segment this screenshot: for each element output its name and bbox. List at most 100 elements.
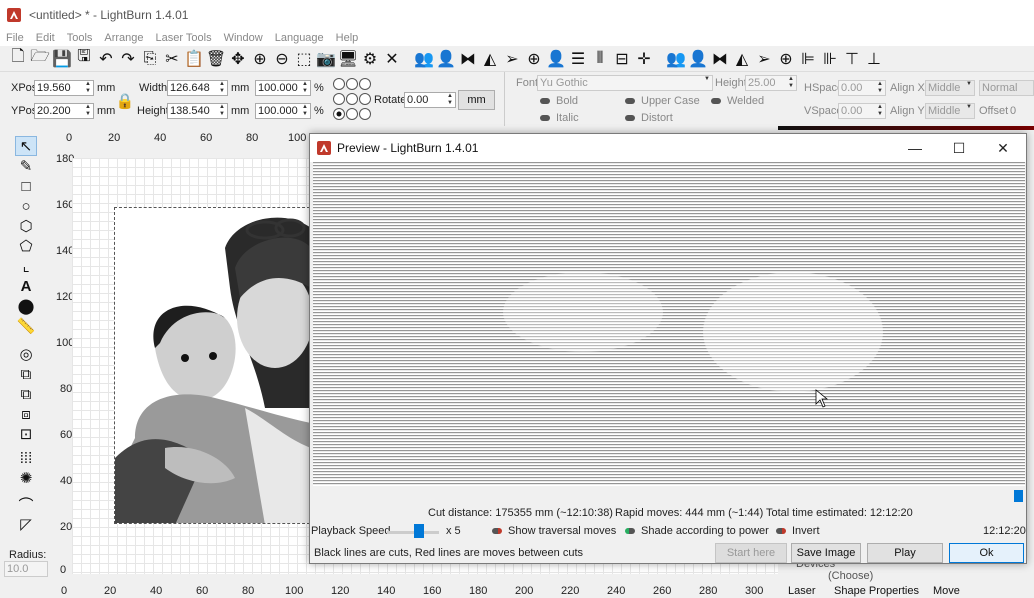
xpos-input[interactable]: 19.560 ▲ ▼ (34, 80, 94, 96)
font-select[interactable]: Yu Gothic ▼ (537, 75, 713, 91)
preview-render-canvas[interactable] (313, 162, 1025, 486)
open-file-icon[interactable]: 🗁 (30, 48, 50, 69)
save-image-button[interactable]: Save Image (791, 543, 861, 563)
circular-array-icon[interactable]: ✺ (15, 468, 37, 488)
boolean-subtract-icon[interactable]: ⧈ (15, 404, 37, 424)
show-traversal-toggle[interactable]: Show traversal moves (492, 525, 616, 537)
crop-corners-icon[interactable]: ⌞ (15, 256, 37, 276)
align-person-icon[interactable]: 👤 (546, 49, 566, 69)
zoom-out-icon[interactable]: ⊖ (272, 49, 292, 69)
text-tool-icon[interactable]: A (15, 276, 37, 296)
menu-window[interactable]: Window (218, 32, 269, 44)
ungroup-icon[interactable]: 👤 (436, 49, 456, 69)
spin-arrows-icon[interactable]: ▲ ▼ (300, 81, 310, 95)
zoom-frame-icon[interactable]: ⬚ (294, 49, 314, 69)
font-style-select[interactable]: Normal (979, 80, 1034, 96)
menu-arrange[interactable]: Arrange (98, 32, 149, 44)
engraving-photo[interactable] (114, 207, 310, 524)
send2-icon[interactable]: ➢ (754, 49, 774, 69)
distribute-h-icon[interactable]: ⊟ (612, 49, 632, 69)
distort-toggle[interactable]: Distort (625, 112, 673, 124)
camera-icon[interactable]: 📷 (316, 49, 336, 69)
settings-icon[interactable]: ⚙ (360, 49, 380, 69)
ok-button[interactable]: Ok (949, 543, 1024, 563)
shade-power-toggle[interactable]: Shade according to power (625, 525, 769, 537)
invert-toggle[interactable]: Invert (776, 525, 820, 537)
send-icon[interactable]: ➢ (502, 49, 522, 69)
measure-ruler-icon[interactable]: 📏 (15, 316, 37, 336)
cut-icon[interactable]: ✂ (162, 49, 182, 69)
device-select[interactable]: (Choose) (828, 570, 873, 582)
playback-speed-handle[interactable] (414, 524, 424, 538)
anchor-radios-icon[interactable] (333, 77, 373, 123)
new-file-icon[interactable]: 🗋 (8, 48, 28, 69)
tab-laser[interactable]: Laser (788, 585, 816, 597)
upper-case-toggle[interactable]: Upper Case (625, 95, 700, 107)
align-middle-icon[interactable]: ⊥ (864, 49, 884, 69)
spin-arrows-icon[interactable]: ▲ ▼ (875, 104, 885, 118)
align-top-icon[interactable]: ⊤ (842, 49, 862, 69)
width-input[interactable]: 126.648 ▲ ▼ (167, 80, 228, 96)
vspace-input[interactable]: 0.00 ▲ ▼ (838, 103, 886, 119)
preview-progress-handle[interactable] (1014, 490, 1023, 502)
polygon-icon[interactable]: ⬡ (15, 216, 37, 236)
bold-toggle[interactable]: Bold (540, 95, 578, 107)
target-icon[interactable]: ⊕ (524, 49, 544, 69)
mirror2-icon[interactable]: ◭ (732, 49, 752, 69)
align-right-icon[interactable]: ⊪ (820, 49, 840, 69)
paste-icon[interactable]: 📋 (184, 49, 204, 69)
weld-icon[interactable]: ⧉ (15, 364, 37, 384)
spin-arrows-icon[interactable]: ▲ ▼ (83, 81, 93, 95)
scale-width-input[interactable]: 100.000 ▲ ▼ (255, 80, 311, 96)
flip2-icon[interactable]: ⧓ (710, 49, 730, 69)
spin-arrows-icon[interactable]: ▲ ▼ (786, 76, 796, 90)
spin-arrows-icon[interactable]: ▲ ▼ (217, 104, 227, 118)
units-button[interactable]: mm (458, 90, 495, 110)
close-icon[interactable]: ✕ (980, 134, 1026, 162)
zoom-in-icon[interactable]: ⊕ (250, 49, 270, 69)
start-here-button[interactable]: Start here (715, 543, 787, 563)
ypos-input[interactable]: 20.200 ▲ ▼ (34, 103, 94, 119)
spin-arrows-icon[interactable]: ▲ ▼ (300, 104, 310, 118)
distribute-icon[interactable]: ☰ (568, 49, 588, 69)
height-input[interactable]: 138.540 ▲ ▼ (167, 103, 228, 119)
position-marker-icon[interactable]: ⬤ (15, 296, 37, 316)
boolean-intersect-icon[interactable]: ⊡ (15, 424, 37, 444)
select-arrow-icon[interactable]: ↖ (15, 136, 37, 156)
flip-horizontal-icon[interactable]: ⧓ (458, 49, 478, 69)
menu-file[interactable]: File (0, 32, 30, 44)
polyline-icon[interactable]: ⬠ (15, 236, 37, 256)
menu-laser-tools[interactable]: Laser Tools (150, 32, 218, 44)
menu-edit[interactable]: Edit (30, 32, 61, 44)
save-icon[interactable]: 💾 (52, 49, 72, 69)
group2-icon[interactable]: 👥 (666, 49, 686, 69)
rotate-input[interactable]: 0.00 ▲ ▼ (404, 92, 456, 108)
boolean-union-icon[interactable]: ⧉ (15, 384, 37, 404)
welded-toggle[interactable]: Welded (711, 95, 764, 107)
delete-icon[interactable]: 🗑 (206, 49, 226, 69)
minimize-icon[interactable]: — (892, 134, 938, 162)
italic-toggle[interactable]: Italic (540, 112, 579, 124)
undo-icon[interactable]: ↶ (96, 49, 116, 69)
play-button[interactable]: Play (867, 543, 943, 563)
align-bars-icon[interactable]: ⫴ (590, 49, 610, 69)
grid-array-icon[interactable]: ⁞⁞⁞ (15, 448, 37, 468)
monitor-icon[interactable]: 🖥 (338, 49, 358, 69)
edit-nodes-pen-icon[interactable]: ✎ (15, 156, 37, 176)
alignx-select[interactable]: Middle ▼ (925, 80, 975, 96)
ellipse-icon[interactable]: ○ (15, 196, 37, 216)
radius-input[interactable]: 10.0 (4, 561, 48, 577)
align-left-icon[interactable]: ⊫ (798, 49, 818, 69)
move-icon[interactable]: ✥ (228, 49, 248, 69)
spin-arrows-icon[interactable]: ▲ ▼ (83, 104, 93, 118)
menu-tools[interactable]: Tools (61, 32, 99, 44)
tab-shape-properties[interactable]: Shape Properties (834, 585, 919, 597)
offset-shapes-icon[interactable]: ◎ (15, 344, 37, 364)
rounded-corner-icon[interactable]: ⌒ (15, 494, 37, 514)
redo-icon[interactable]: ↷ (118, 49, 138, 69)
menu-help[interactable]: Help (330, 32, 365, 44)
lock-aspect-icon[interactable]: 🔒 (115, 90, 135, 112)
target2-icon[interactable]: ⊕ (776, 49, 796, 69)
align-cross-icon[interactable]: ✛ (634, 49, 654, 69)
maximize-icon[interactable]: ☐ (936, 134, 982, 162)
